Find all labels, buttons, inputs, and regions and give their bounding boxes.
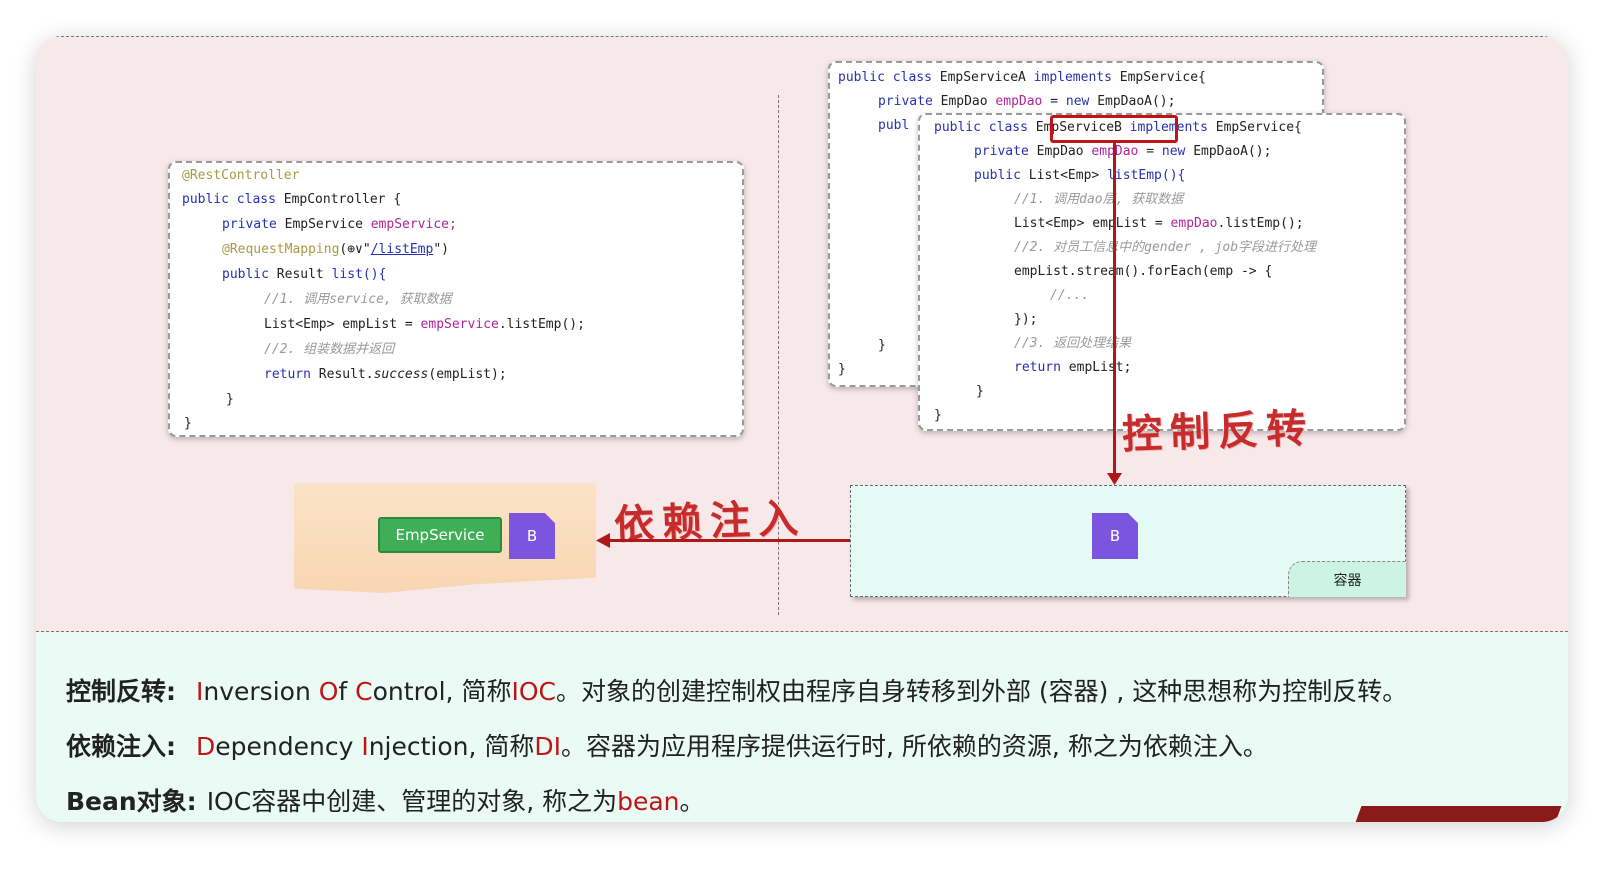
code-list-line: List<Emp> empList = empService.listEmp()… (264, 317, 585, 332)
code-method-line: public Result list(){ (222, 267, 387, 282)
service-b-code-panel: public class EmpServiceB implements EmpS… (918, 113, 1406, 431)
code-brace: } (226, 392, 234, 407)
definition-text-part: nversion (203, 677, 319, 706)
code-mapping-line: @RequestMapping(⊕∨"/listEmp") (222, 242, 449, 257)
code-brace: } (976, 384, 984, 399)
code-annotation: @RestController (182, 168, 300, 183)
definition-text-part: DI (534, 732, 562, 761)
definition-text-part: 。容器为应用程序提供运行时, 所依赖的资源, 称之为依赖注入。 (561, 732, 1268, 761)
definition-text-part: ependency (215, 732, 362, 761)
di-desc: Dependency Injection, 简称DI。容器为应用程序提供运行时,… (196, 732, 1268, 761)
code-return-line: return Result.success(empList); (264, 367, 507, 382)
code-method-line: publ (878, 118, 910, 133)
bean-term: Bean对象: (66, 787, 197, 816)
definition-text-part: bean (617, 787, 680, 816)
definition-text-part: D (196, 732, 216, 761)
empserviceb-highlight (1050, 115, 1178, 143)
controller-code-panel: @RestController public class EmpControll… (168, 161, 744, 437)
empservice-field-box: EmpService (378, 517, 502, 553)
code-brace: } (934, 408, 942, 423)
ioc-arrow-head (1107, 473, 1122, 485)
definition-text-part: ontrol, 简称 (372, 677, 512, 706)
definition-text-part: I (361, 732, 369, 761)
definition-text-part: IOC (511, 677, 556, 706)
slide-frame: @RestController public class EmpControll… (36, 36, 1568, 822)
diagram-area: @RestController public class EmpControll… (36, 36, 1568, 632)
code-comment: //1. 调用dao层, 获取数据 (1014, 192, 1184, 207)
code-stream-line: empList.stream().forEach(emp -> { (1014, 264, 1273, 279)
bean-desc: IOC容器中创建、管理的对象, 称之为bean。 (207, 787, 705, 816)
code-field-line: private EmpDao empDao = new EmpDaoA(); (878, 94, 1176, 109)
definition-text-part: 。 (679, 787, 705, 816)
di-term: 依赖注入: (66, 732, 176, 761)
code-field-line: private EmpService empService; (222, 217, 457, 232)
code-brace: } (878, 338, 886, 353)
bean-definition: Bean对象: IOC容器中创建、管理的对象, 称之为bean。 (66, 782, 705, 818)
di-arrow-line (608, 539, 850, 542)
code-brace: } (184, 416, 192, 431)
di-definition: 依赖注入: Dependency Injection, 简称DI。容器为应用程序提… (66, 727, 1268, 763)
code-comment: //1. 调用service, 获取数据 (264, 292, 452, 307)
ioc-desc: Inversion Of Control, 简称IOC。对象的创建控制权由程序自… (196, 677, 1407, 706)
code-comment: //2. 对员工信息中的gender , job字段进行处理 (1014, 240, 1317, 255)
container-label: 容器 (1288, 561, 1406, 597)
definition-text-part: C (355, 677, 373, 706)
code-class-line: public class EmpServiceA implements EmpS… (838, 70, 1206, 85)
ioc-arrow-line (1113, 143, 1116, 477)
definition-text-part: 。对象的创建控制权由程序自身转移到外部 (容器) , 这种思想称为控制反转。 (555, 677, 1408, 706)
code-list-line: List<Emp> empList = empDao.listEmp(); (1014, 216, 1304, 231)
ioc-handwritten-label: 控制反转 (1121, 404, 1315, 459)
bean-icon-injected: B (509, 513, 555, 559)
ioc-term: 控制反转: (66, 677, 176, 706)
di-arrow-head (596, 533, 610, 548)
code-class-line: public class EmpController { (182, 192, 402, 207)
corner-watermark-strip (1350, 806, 1562, 822)
definition-text-part: njection, 简称 (368, 732, 535, 761)
bean-icon-container: B (1092, 513, 1138, 559)
definition-text-part: f (338, 677, 356, 706)
ioc-definition: 控制反转: Inversion Of Control, 简称IOC。对象的创建控制… (66, 672, 1407, 708)
code-comment: //... (1050, 288, 1090, 303)
definition-text-part: O (318, 677, 339, 706)
definition-text-part: IOC容器中创建、管理的对象, 称之为 (206, 787, 618, 816)
code-comment: //2. 组装数据并返回 (264, 342, 395, 357)
code-field-line: private EmpDao empDao = new EmpDaoA(); (974, 144, 1272, 159)
code-method-line: public List<Emp> listEmp(){ (974, 168, 1186, 183)
code-stream-close: }); (1014, 312, 1038, 327)
code-brace: } (838, 362, 846, 377)
